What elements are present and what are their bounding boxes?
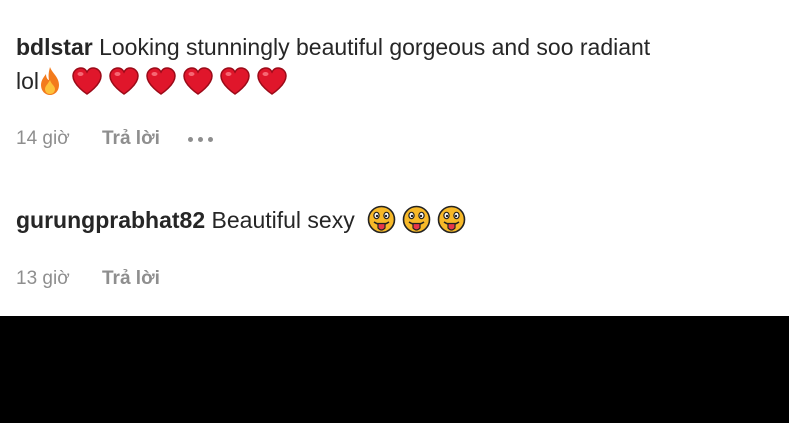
- comment-body-line-1: bdlstar Looking stunningly beautiful gor…: [16, 30, 773, 64]
- red-heart-emoji-icon: [72, 67, 102, 95]
- comment-item: bdlstar Looking stunningly beautiful gor…: [16, 30, 773, 98]
- red-heart-emoji-icon: [109, 67, 139, 95]
- face-with-tongue-emoji-icon: [402, 206, 431, 234]
- comment-meta: 14 giờ Trả lời: [16, 128, 213, 150]
- red-heart-emoji-icon: [220, 67, 250, 95]
- comment-text: Beautiful sexy: [211, 207, 355, 233]
- face-with-tongue-emoji-icon: [437, 206, 466, 234]
- comment-username[interactable]: gurungprabhat82: [16, 207, 205, 233]
- reply-button[interactable]: Trả lời: [102, 128, 160, 150]
- comment-meta: 13 giờ Trả lời: [16, 268, 188, 290]
- comment-item: gurungprabhat82 Beautiful sexy: [16, 203, 773, 237]
- red-heart-emoji-icon: [257, 67, 287, 95]
- more-options-icon[interactable]: [187, 133, 213, 146]
- comment-timestamp: 14 giờ: [16, 128, 70, 149]
- face-with-tongue-emoji-icon: [367, 206, 396, 234]
- fire-emoji-icon: [41, 66, 60, 95]
- comments-panel: bdlstar Looking stunningly beautiful gor…: [0, 0, 789, 423]
- comment-timestamp: 13 giờ: [16, 268, 70, 289]
- comment-body-line-2: lol: [16, 64, 773, 98]
- reply-button[interactable]: Trả lời: [102, 268, 160, 290]
- red-heart-emoji-icon: [183, 67, 213, 95]
- comment-username[interactable]: bdlstar: [16, 34, 93, 60]
- comment-text-continued: lol: [16, 68, 40, 94]
- red-heart-emoji-icon: [146, 67, 176, 95]
- black-bottom-bar: [0, 316, 789, 423]
- comment-text: Looking stunningly beautiful gorgeous an…: [99, 34, 651, 60]
